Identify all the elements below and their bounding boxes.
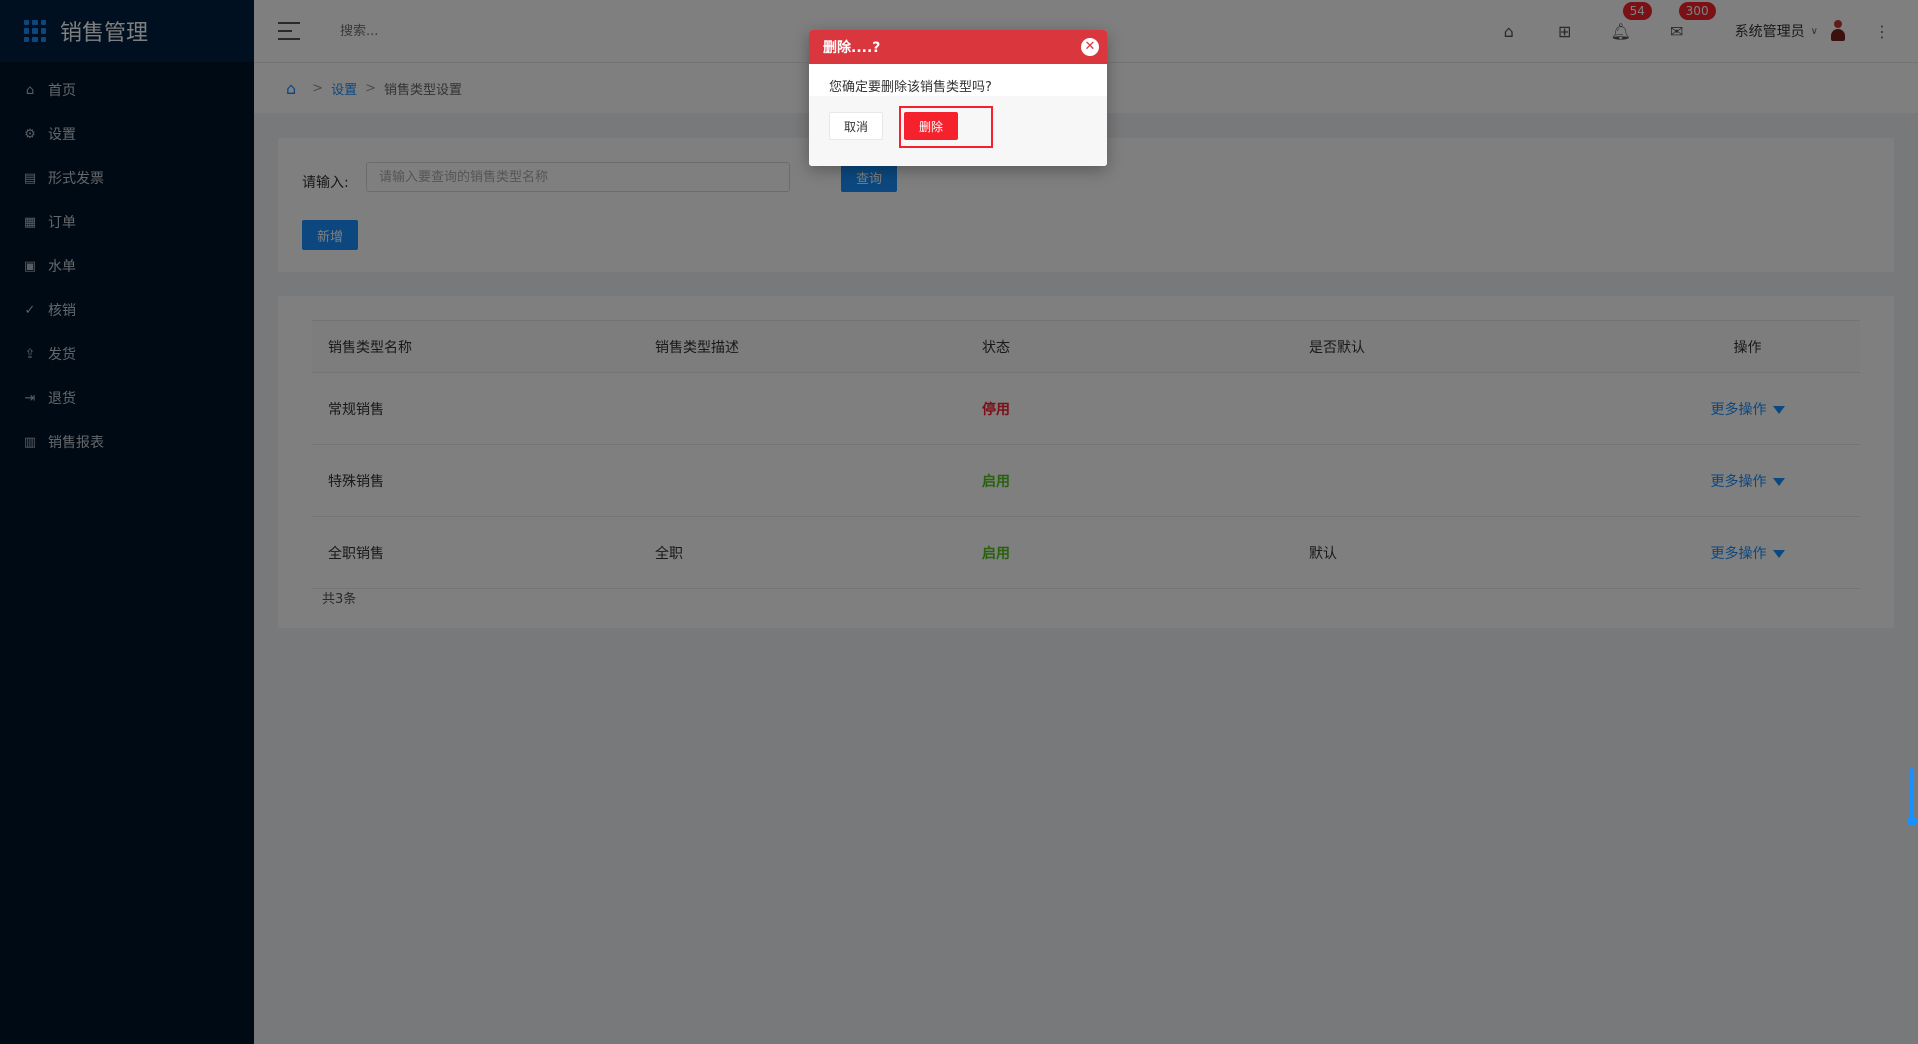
cancel-button[interactable]: 取消 [829, 112, 883, 140]
dialog-title: 删除....? [823, 40, 881, 56]
delete-confirm-dialog: 删除....? ✕ 您确定要删除该销售类型吗? 取消 删除 [809, 30, 1107, 166]
delete-button[interactable]: 删除 [904, 112, 958, 140]
scroll-indicator[interactable] [1907, 768, 1917, 826]
dialog-header: 删除....? ✕ [809, 30, 1107, 64]
dialog-footer: 取消 删除 [809, 96, 1107, 166]
close-icon[interactable]: ✕ [1081, 38, 1099, 56]
